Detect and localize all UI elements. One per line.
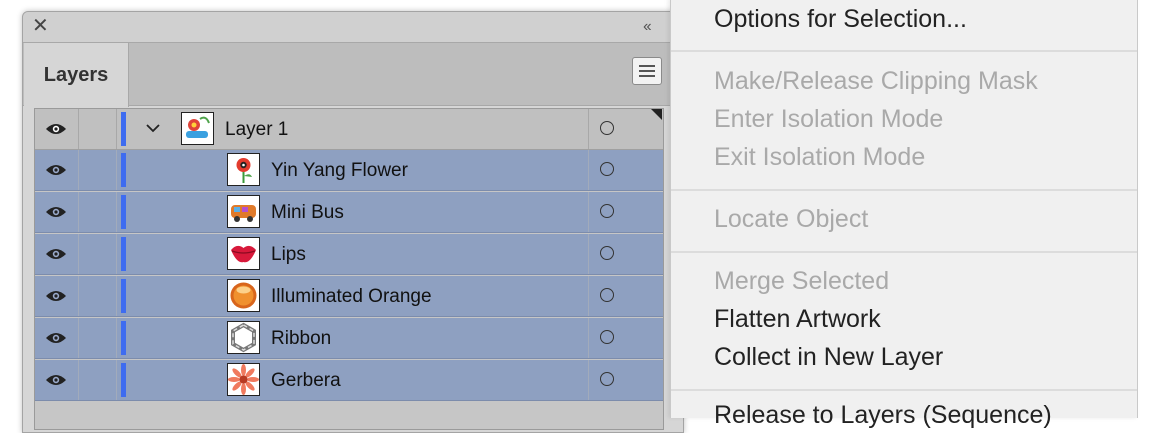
menu-item-exit-isolation-mode[interactable]: Exit Isolation Mode — [714, 143, 925, 172]
sublayer-row[interactable]: Illuminated Orange — [35, 276, 663, 317]
menu-item-options-for-selection[interactable]: Options for Selection... — [714, 5, 967, 34]
layer-color-bar — [121, 321, 126, 355]
mini-bus-thumbnail — [227, 195, 260, 228]
layers-list: Layer 1 Yin Yang Flower Mini Bus Lips Il… — [34, 108, 664, 430]
target-circle-icon[interactable] — [600, 162, 614, 176]
sublayer-row[interactable]: Mini Bus — [35, 192, 663, 233]
layer-color-bar — [121, 237, 126, 271]
context-menu: Options for Selection... Make/Release Cl… — [670, 0, 1138, 429]
menu-item-collect-in-new-layer[interactable]: Collect in New Layer — [714, 343, 943, 372]
sublayer-name: Gerbera — [271, 370, 341, 391]
target-circle-icon[interactable] — [600, 288, 614, 302]
layer-name: Layer 1 — [225, 119, 289, 140]
target-circle-icon[interactable] — [600, 330, 614, 344]
panel-menu-button[interactable] — [632, 57, 662, 85]
target-circle-icon[interactable] — [600, 204, 614, 218]
visibility-eye-icon[interactable] — [45, 247, 67, 261]
sublayer-name: Ribbon — [271, 328, 332, 349]
gerbera-thumbnail — [227, 363, 260, 396]
visibility-eye-icon[interactable] — [45, 373, 67, 387]
tab-layers[interactable]: Layers — [24, 43, 129, 107]
yin-yang-flower-thumbnail — [227, 153, 260, 186]
menu-item-make-release-clipping-mask[interactable]: Make/Release Clipping Mask — [714, 67, 1038, 96]
visibility-eye-icon[interactable] — [45, 331, 67, 345]
illuminated-orange-thumbnail — [227, 279, 260, 312]
target-circle-icon[interactable] — [600, 372, 614, 386]
panel-tabstrip: Layers — [23, 42, 683, 107]
layer-color-bar — [121, 195, 126, 229]
panel-titlebar: ✕ ‹‹ — [23, 12, 683, 42]
target-circle-icon[interactable] — [600, 246, 614, 260]
menu-item-enter-isolation-mode[interactable]: Enter Isolation Mode — [714, 105, 943, 134]
target-circle-icon[interactable] — [600, 121, 614, 135]
menu-item-flatten-artwork[interactable]: Flatten Artwork — [714, 305, 881, 334]
selection-corner-indicator — [651, 109, 662, 120]
sublayer-row[interactable]: Lips — [35, 234, 663, 275]
sublayer-name: Yin Yang Flower — [271, 160, 408, 181]
layer-thumbnail — [181, 112, 214, 145]
menu-separator — [671, 189, 1137, 191]
sublayer-name: Illuminated Orange — [271, 286, 432, 307]
layer-color-bar — [121, 112, 126, 146]
menu-separator — [671, 389, 1137, 391]
layer-row-layer-1[interactable]: Layer 1 — [35, 109, 663, 150]
layers-panel: ✕ ‹‹ Layers Layer 1 Yin Yang Flower Mini… — [22, 11, 684, 433]
lips-thumbnail — [227, 237, 260, 270]
layer-color-bar — [121, 363, 126, 397]
sublayer-row[interactable]: Ribbon — [35, 318, 663, 359]
sublayer-row[interactable]: Gerbera — [35, 360, 663, 401]
visibility-eye-icon[interactable] — [45, 122, 67, 136]
layer-color-bar — [121, 153, 126, 187]
sublayer-row[interactable]: Yin Yang Flower — [35, 150, 663, 191]
menu-item-locate-object[interactable]: Locate Object — [714, 205, 868, 234]
visibility-eye-icon[interactable] — [45, 205, 67, 219]
menu-separator — [671, 251, 1137, 253]
layer-color-bar — [121, 279, 126, 313]
visibility-eye-icon[interactable] — [45, 163, 67, 177]
menu-item-release-to-layers[interactable]: Release to Layers (Sequence) — [714, 401, 1052, 430]
close-icon[interactable]: ✕ — [32, 16, 49, 36]
visibility-eye-icon[interactable] — [45, 289, 67, 303]
chevron-down-icon[interactable] — [145, 120, 161, 136]
ribbon-thumbnail — [227, 321, 260, 354]
menu-item-merge-selected[interactable]: Merge Selected — [714, 267, 889, 296]
collapse-icon[interactable]: ‹‹ — [643, 18, 652, 36]
menu-separator — [671, 50, 1137, 52]
hamburger-menu-icon — [639, 65, 655, 67]
sublayer-name: Lips — [271, 244, 306, 265]
sublayer-name: Mini Bus — [271, 202, 344, 223]
